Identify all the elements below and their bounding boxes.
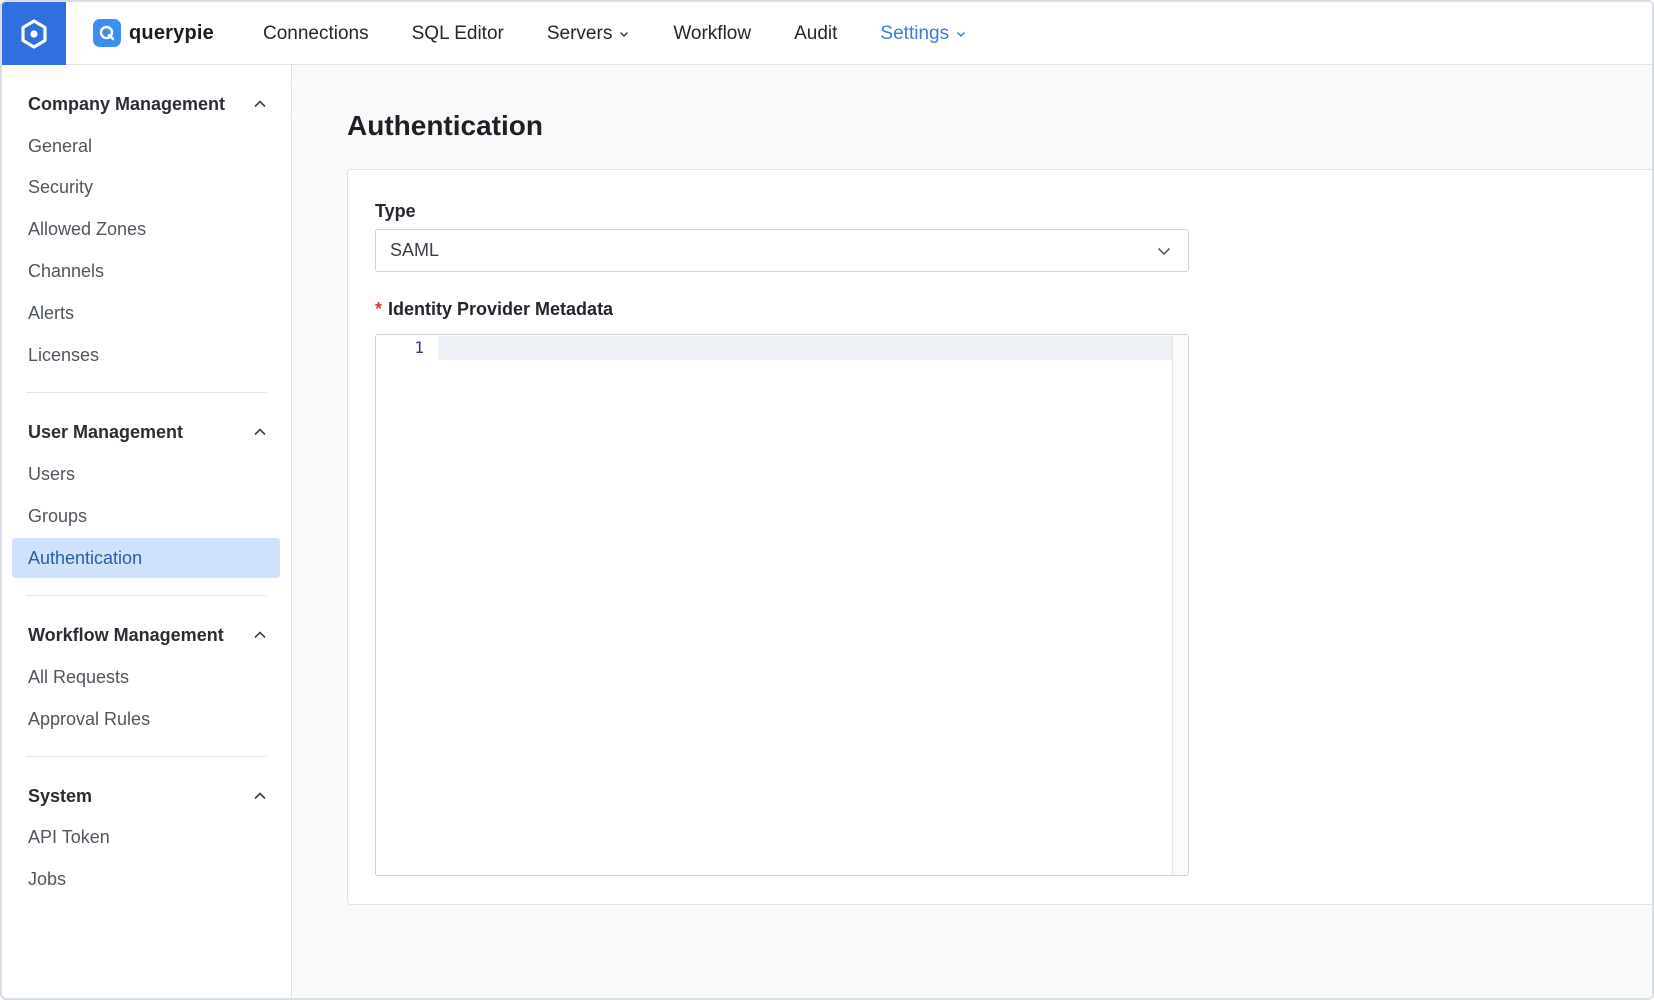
editor-scrollbar[interactable] (1172, 335, 1188, 875)
app-logo-icon (21, 18, 47, 49)
nav-connections-label: Connections (263, 22, 369, 44)
brand-name: querypie (129, 21, 214, 44)
sidebar-item-api-token[interactable]: API Token (28, 822, 110, 852)
sidebar-item-all-requests[interactable]: All Requests (28, 662, 129, 692)
chevron-down-icon (957, 31, 966, 37)
nav-servers-label: Servers (546, 22, 613, 44)
page-title: Authentication (347, 110, 543, 141)
app-window: querypie Connections SQL Editor Servers … (0, 0, 1654, 1000)
section-user-management[interactable]: User Management (28, 417, 268, 447)
required-marker: * (375, 299, 383, 319)
section-company-management[interactable]: Company Management (28, 89, 268, 119)
section-title: Company Management (28, 93, 226, 114)
brand-logo-icon (93, 19, 121, 47)
type-select[interactable]: SAML (375, 229, 1189, 272)
type-select-value: SAML (390, 240, 440, 260)
sidebar-item-general[interactable]: General (28, 131, 92, 161)
sidebar-item-jobs[interactable]: Jobs (28, 864, 66, 894)
chevron-up-icon (254, 631, 266, 639)
sidebar-divider (26, 756, 267, 757)
type-field-label: Type (375, 201, 416, 221)
sidebar-item-authentication[interactable]: Authentication (12, 538, 280, 578)
chevron-down-icon (1157, 247, 1171, 255)
chevron-up-icon (254, 792, 266, 800)
line-number: 1 (414, 338, 424, 357)
nav-workflow-label: Workflow (673, 22, 752, 44)
sidebar-item-security[interactable]: Security (28, 172, 93, 202)
sidebar-divider (26, 595, 267, 596)
nav-sql-editor[interactable]: SQL Editor (412, 23, 504, 45)
main-content: Authentication Type SAML * Identity Provi… (293, 65, 1652, 998)
chevron-up-icon (254, 428, 266, 436)
chevron-up-icon (254, 100, 266, 108)
sidebar-item-alerts[interactable]: Alerts (28, 298, 74, 328)
nav-audit-label: Audit (794, 22, 838, 44)
nav-workflow[interactable]: Workflow (673, 23, 751, 45)
sidebar-item-groups[interactable]: Groups (28, 501, 87, 531)
settings-sidebar: Company Management General Security Allo… (2, 65, 292, 998)
section-title: Workflow Management (28, 624, 224, 645)
metadata-field-label: * Identity Provider Metadata (375, 299, 613, 320)
section-workflow-management[interactable]: Workflow Management (28, 620, 268, 650)
app-switcher-button[interactable] (2, 2, 66, 65)
chevron-down-icon (620, 31, 629, 37)
authentication-form-card: Type SAML * Identity Provider Metadata 1 (347, 169, 1652, 905)
main-nav: Connections SQL Editor Servers Workflow … (263, 2, 1010, 65)
section-system[interactable]: System (28, 781, 268, 811)
top-navigation-bar: querypie Connections SQL Editor Servers … (2, 2, 1652, 65)
brand[interactable]: querypie (93, 19, 214, 47)
section-title: System (28, 785, 93, 806)
sidebar-divider (26, 392, 267, 393)
nav-servers[interactable]: Servers (547, 23, 630, 45)
editor-gutter: 1 (376, 335, 438, 875)
sidebar-item-users[interactable]: Users (28, 459, 75, 489)
nav-sql-editor-label: SQL Editor (411, 22, 504, 44)
nav-connections[interactable]: Connections (263, 23, 369, 45)
metadata-code-editor[interactable]: 1 (375, 334, 1189, 876)
editor-active-line[interactable] (438, 336, 1172, 360)
sidebar-item-allowed-zones[interactable]: Allowed Zones (28, 214, 146, 244)
nav-audit[interactable]: Audit (794, 23, 837, 45)
sidebar-item-channels[interactable]: Channels (28, 256, 104, 286)
nav-settings-label: Settings (880, 22, 950, 44)
section-title: User Management (28, 421, 184, 442)
sidebar-item-licenses[interactable]: Licenses (28, 340, 99, 370)
nav-settings[interactable]: Settings (880, 23, 967, 45)
metadata-label-text: Identity Provider Metadata (388, 299, 614, 319)
sidebar-item-approval-rules[interactable]: Approval Rules (28, 704, 150, 734)
